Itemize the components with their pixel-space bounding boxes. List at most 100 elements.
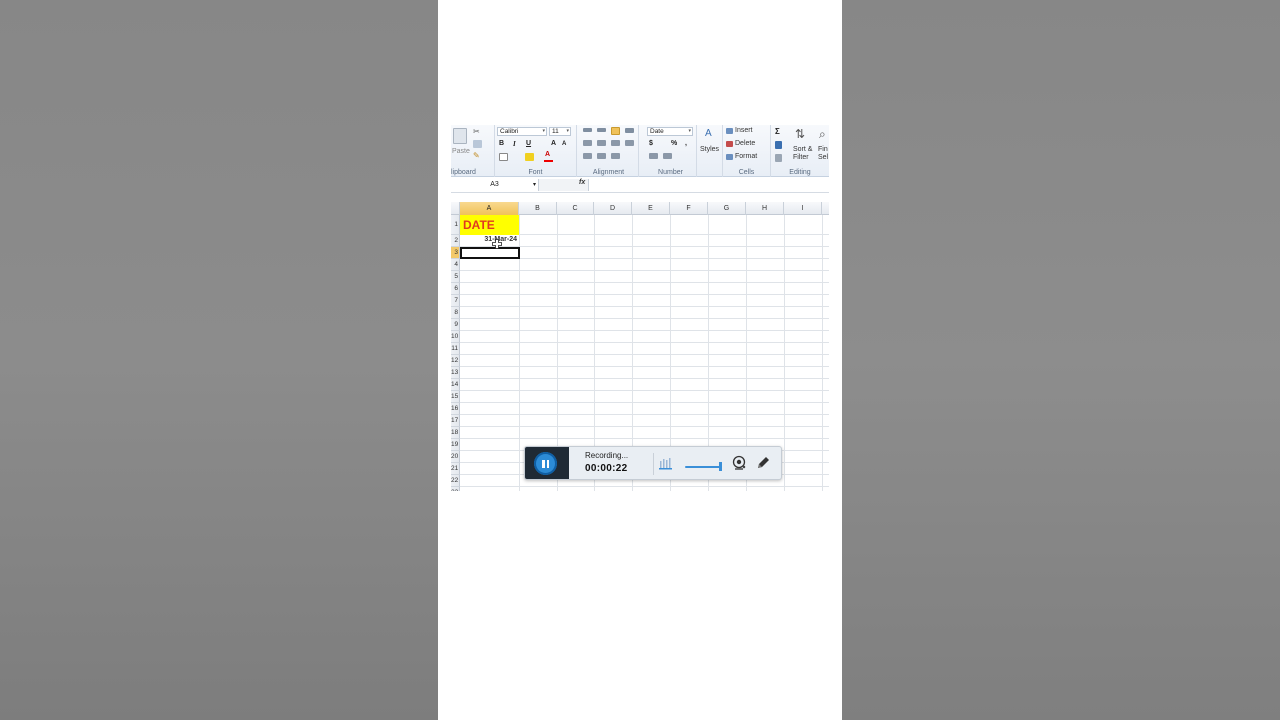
merge-center-icon[interactable] [625,140,634,146]
align-middle-icon[interactable] [597,128,606,132]
format-button[interactable]: Format [735,153,757,160]
row-header[interactable]: 5 [451,271,460,283]
chevron-down-icon: ▾ [566,128,569,134]
row-header[interactable]: 11 [451,343,460,355]
column-header-c[interactable]: C [557,202,594,215]
find-label-1[interactable]: Fin [818,146,828,153]
decrease-decimal-icon[interactable] [663,153,672,159]
volume-slider[interactable] [685,466,721,468]
font-size-combo[interactable]: 11 ▾ [549,127,571,136]
paste-icon[interactable] [453,128,467,144]
gridline [460,294,829,295]
font-label: Font [528,169,543,176]
fill-icon[interactable] [775,141,782,149]
sort-filter-icon[interactable]: ⇅ [795,127,805,141]
row-header[interactable]: 8 [451,307,460,319]
column-header-f[interactable]: F [670,202,708,215]
row-header[interactable]: 22 [451,475,460,487]
cell-a3-selected[interactable] [460,247,520,259]
name-box[interactable]: A3 ▾ [451,179,539,191]
column-header-b[interactable]: B [519,202,557,215]
italic-button[interactable]: I [513,140,516,148]
currency-button[interactable]: $ [649,140,653,147]
underline-button[interactable]: U [526,140,531,147]
bold-button[interactable]: B [499,140,504,147]
styles-button-label[interactable]: Styles [700,146,719,153]
format-painter-icon[interactable]: ✎ [473,151,480,160]
row-header[interactable]: 6 [451,283,460,295]
comma-style-icon[interactable]: , [685,140,687,147]
pause-button[interactable] [534,452,557,475]
row-header[interactable]: 15 [451,391,460,403]
increase-decimal-icon[interactable] [649,153,658,159]
paste-label[interactable]: Paste [452,148,470,155]
align-bottom-icon[interactable] [611,127,620,135]
volume-slider-handle[interactable] [719,462,722,471]
row-header[interactable]: 4 [451,259,460,271]
row-header[interactable]: 17 [451,415,460,427]
find-select-icon[interactable]: ⌕ [819,127,826,142]
cut-icon[interactable]: ✂ [473,127,480,136]
cell-cursor-icon [492,239,502,249]
styles-icon[interactable]: A [705,128,712,139]
row-header[interactable]: 12 [451,355,460,367]
grow-font-icon[interactable]: A [551,140,556,147]
increase-indent-icon[interactable] [597,153,606,159]
pen-annotate-icon[interactable] [755,455,771,471]
align-center-icon[interactable] [597,140,606,146]
copy-icon[interactable] [473,140,482,148]
font-name-combo[interactable]: Calibri ▾ [497,127,547,136]
row-header[interactable]: 20 [451,451,460,463]
row-header[interactable]: 14 [451,379,460,391]
insert-button[interactable]: Insert [735,127,753,134]
sort-filter-label-1[interactable]: Sort & [793,146,812,153]
number-format-combo[interactable]: Date ▾ [647,127,693,136]
row-header[interactable]: 23 [451,487,460,491]
formula-bar: A3 ▾ fx [451,178,829,193]
clear-icon[interactable] [775,154,782,162]
borders-icon[interactable] [499,153,508,161]
editing-group: Σ ⇅ Sort & Filter ⌕ Fin Sel Editing [771,125,829,177]
percent-button[interactable]: % [671,140,677,147]
row-header[interactable]: 16 [451,403,460,415]
select-all-corner[interactable] [451,202,460,215]
align-right-icon[interactable] [611,140,620,146]
column-header-e[interactable]: E [632,202,670,215]
insert-function-icon[interactable]: fx [579,179,585,186]
column-header-h[interactable]: H [746,202,784,215]
row-header[interactable]: 19 [451,439,460,451]
webcam-icon[interactable] [731,455,747,471]
cell-a1[interactable]: DATE [460,215,519,235]
column-header-row: A B C D E F G H I [451,202,829,215]
align-top-icon[interactable] [583,128,592,132]
column-header-i[interactable]: I [784,202,822,215]
autosum-icon[interactable]: Σ [775,127,780,136]
orientation-icon[interactable] [611,153,620,159]
gridline [460,318,829,319]
column-header-a[interactable]: A [460,202,519,215]
audio-level-icon[interactable] [659,455,673,471]
font-color-icon[interactable]: A [545,151,550,158]
align-left-icon[interactable] [583,140,592,146]
column-header-d[interactable]: D [594,202,632,215]
row-header[interactable]: 2 [451,235,460,247]
row-header[interactable]: 18 [451,427,460,439]
row-header[interactable]: 13 [451,367,460,379]
find-label-2[interactable]: Sel [818,154,828,161]
wrap-text-icon[interactable] [625,128,634,133]
row-header[interactable]: 9 [451,319,460,331]
sort-filter-label-2[interactable]: Filter [793,154,809,161]
delete-button[interactable]: Delete [735,140,755,147]
row-header[interactable]: 3 [451,247,460,259]
row-header[interactable]: 7 [451,295,460,307]
column-header-g[interactable]: G [708,202,746,215]
chevron-down-icon: ▾ [688,128,691,134]
row-header[interactable]: 21 [451,463,460,475]
gridline [460,402,829,403]
row-header[interactable]: 1 [451,215,460,235]
row-header[interactable]: 10 [451,331,460,343]
decrease-indent-icon[interactable] [583,153,592,159]
cell-a2[interactable]: 31-Mar-24 [460,235,519,247]
shrink-font-icon[interactable]: A [562,141,566,147]
fill-color-icon[interactable] [525,153,534,161]
